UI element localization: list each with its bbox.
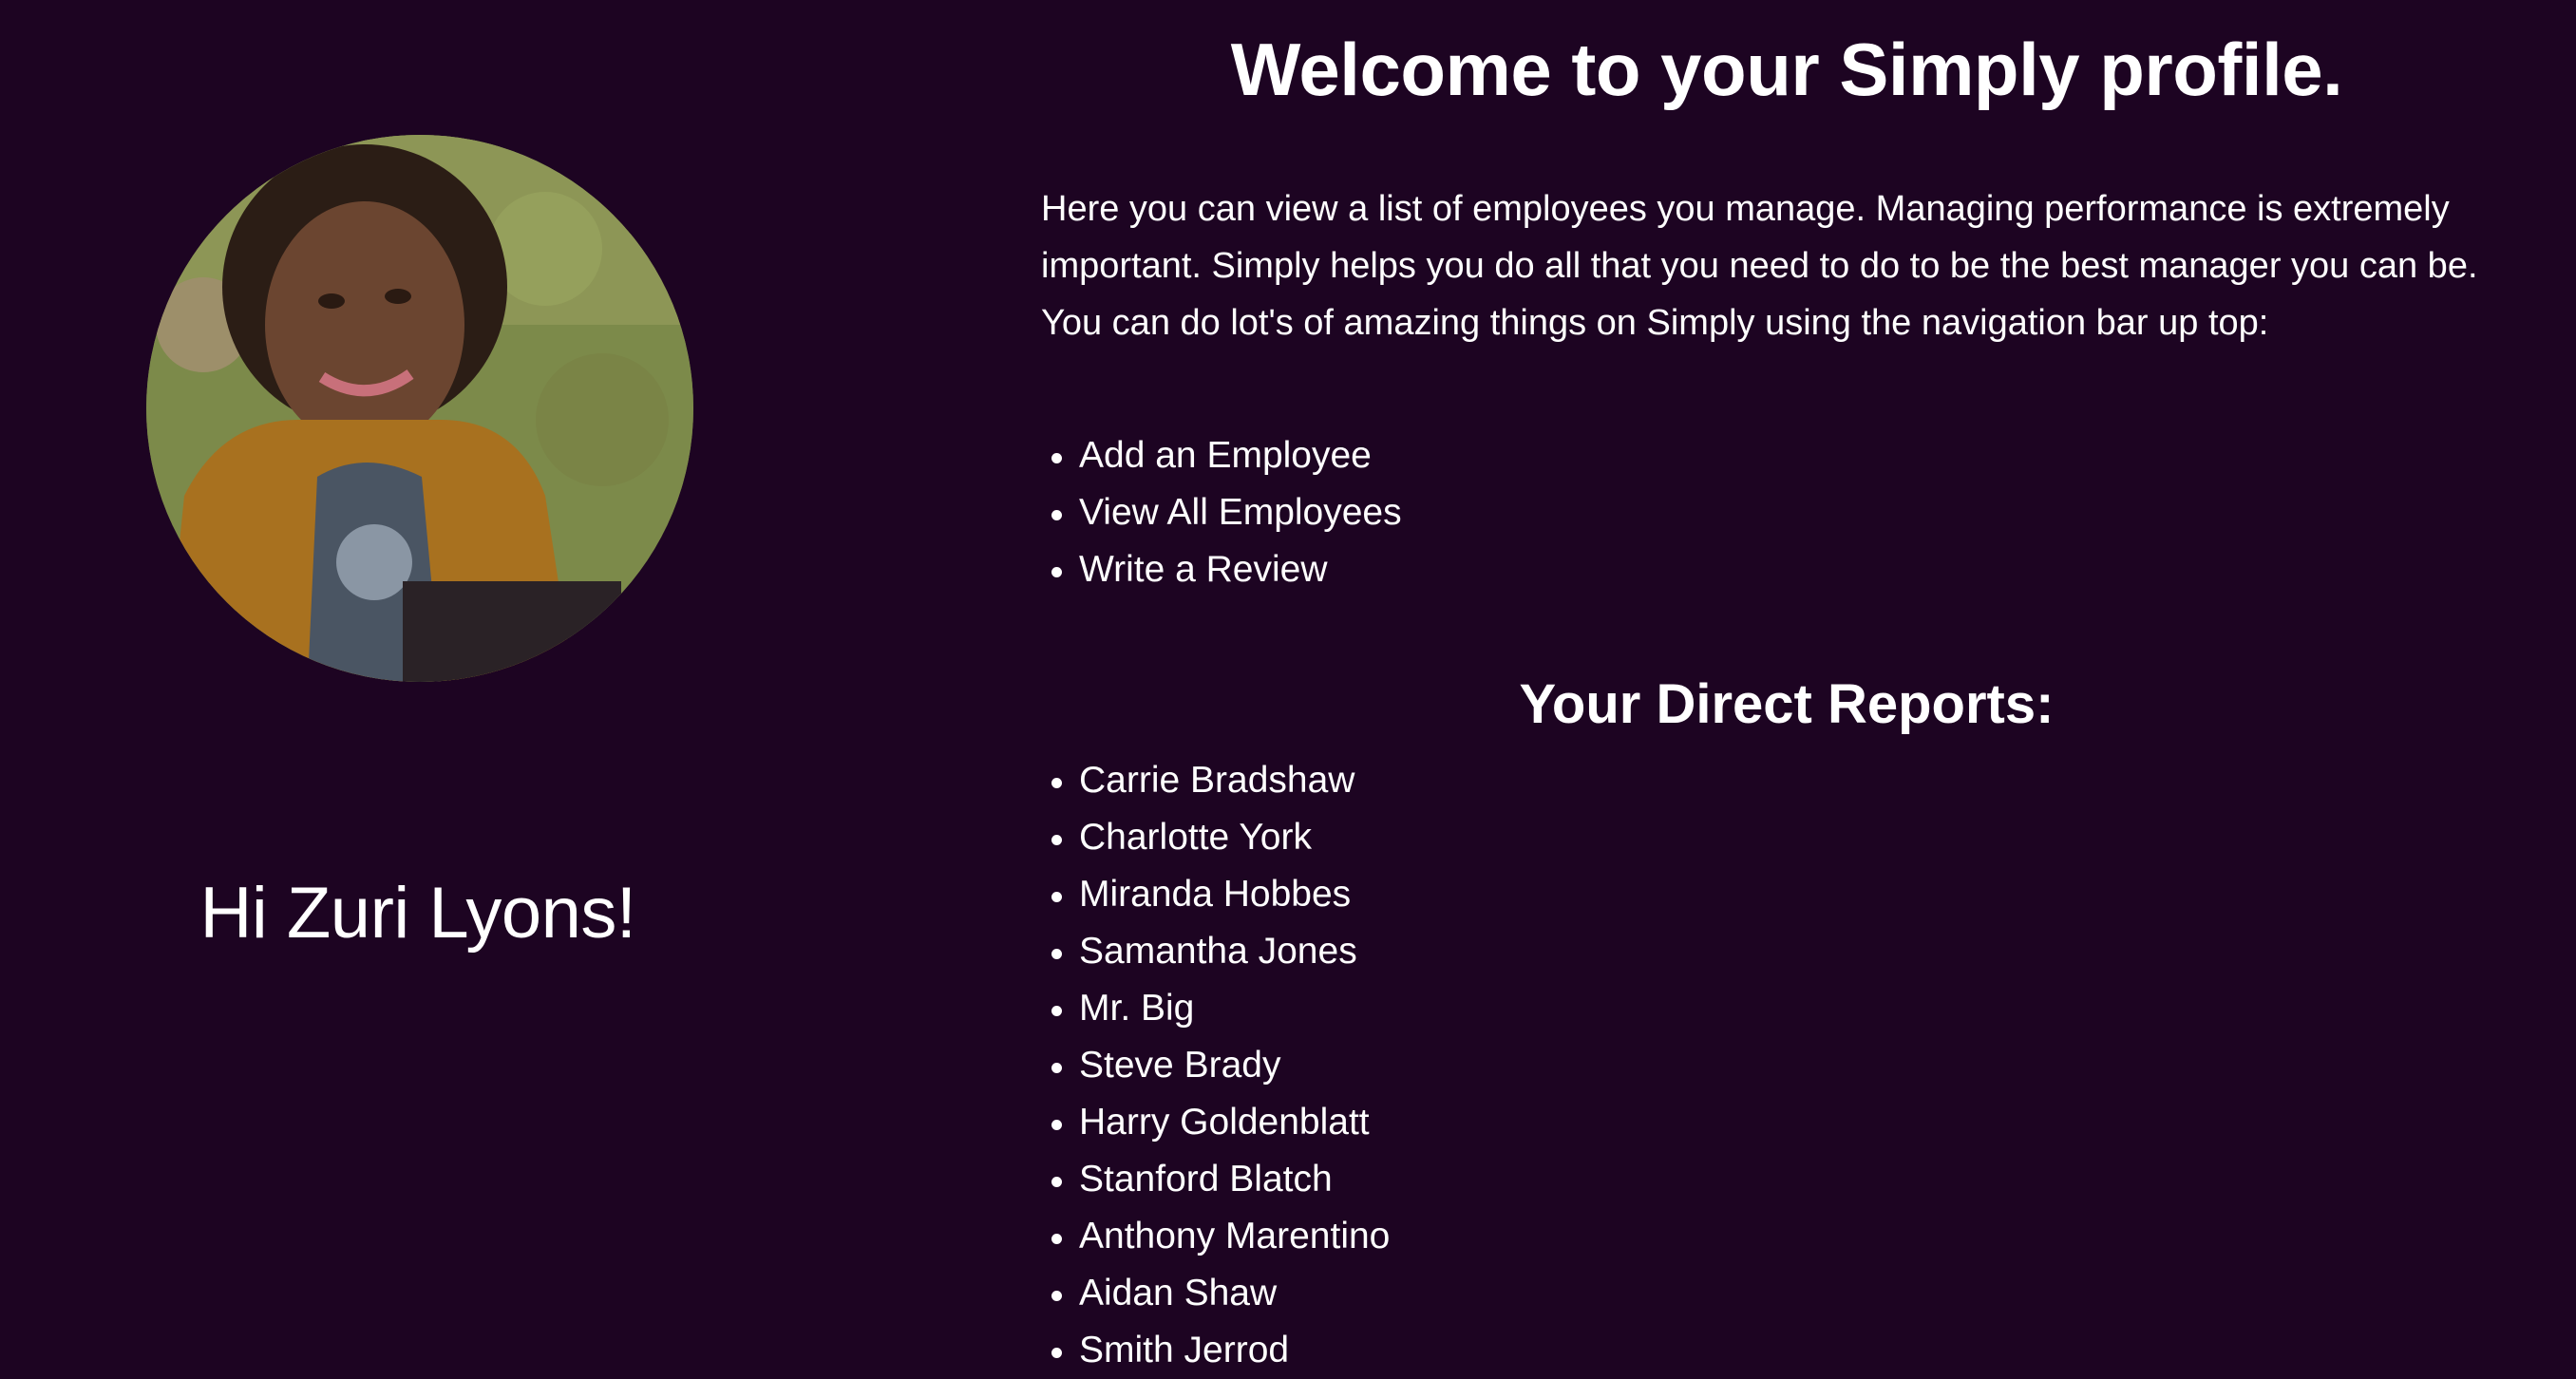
list-item-add-employee: Add an Employee <box>1051 427 1402 484</box>
direct-report-item: Miranda Hobbes <box>1051 866 1390 923</box>
direct-report-item: Aidan Shaw <box>1051 1265 1390 1322</box>
direct-report-item: Carrie Bradshaw <box>1051 752 1390 809</box>
avatar <box>146 135 693 682</box>
profile-page: Hi Zuri Lyons! Welcome to your Simply pr… <box>0 0 2576 1379</box>
direct-report-item: Mr. Big <box>1051 980 1390 1037</box>
direct-reports-list: Carrie Bradshaw Charlotte York Miranda H… <box>1041 752 1390 1379</box>
feature-list: Add an Employee View All Employees Write… <box>1041 427 1402 598</box>
page-title: Welcome to your Simply profile. <box>1230 28 2343 111</box>
direct-report-item: Stanford Blatch <box>1051 1151 1390 1208</box>
direct-report-item: Harry Goldenblatt <box>1051 1094 1390 1151</box>
list-item-write-review: Write a Review <box>1051 541 1402 598</box>
profile-sidebar: Hi Zuri Lyons! <box>0 0 836 1379</box>
direct-reports-heading: Your Direct Reports: <box>1519 673 2055 735</box>
list-item-view-all-employees: View All Employees <box>1051 484 1402 541</box>
intro-text: Here you can view a list of employees yo… <box>1041 189 2478 343</box>
greeting-heading: Hi Zuri Lyons! <box>199 873 636 954</box>
direct-report-item: Steve Brady <box>1051 1037 1390 1094</box>
direct-report-item: Charlotte York <box>1051 809 1390 866</box>
direct-report-item: Anthony Marentino <box>1051 1208 1390 1265</box>
direct-report-item: Smith Jerrod <box>1051 1322 1390 1379</box>
direct-report-item: Samantha Jones <box>1051 923 1390 980</box>
profile-photo-icon <box>146 135 693 682</box>
